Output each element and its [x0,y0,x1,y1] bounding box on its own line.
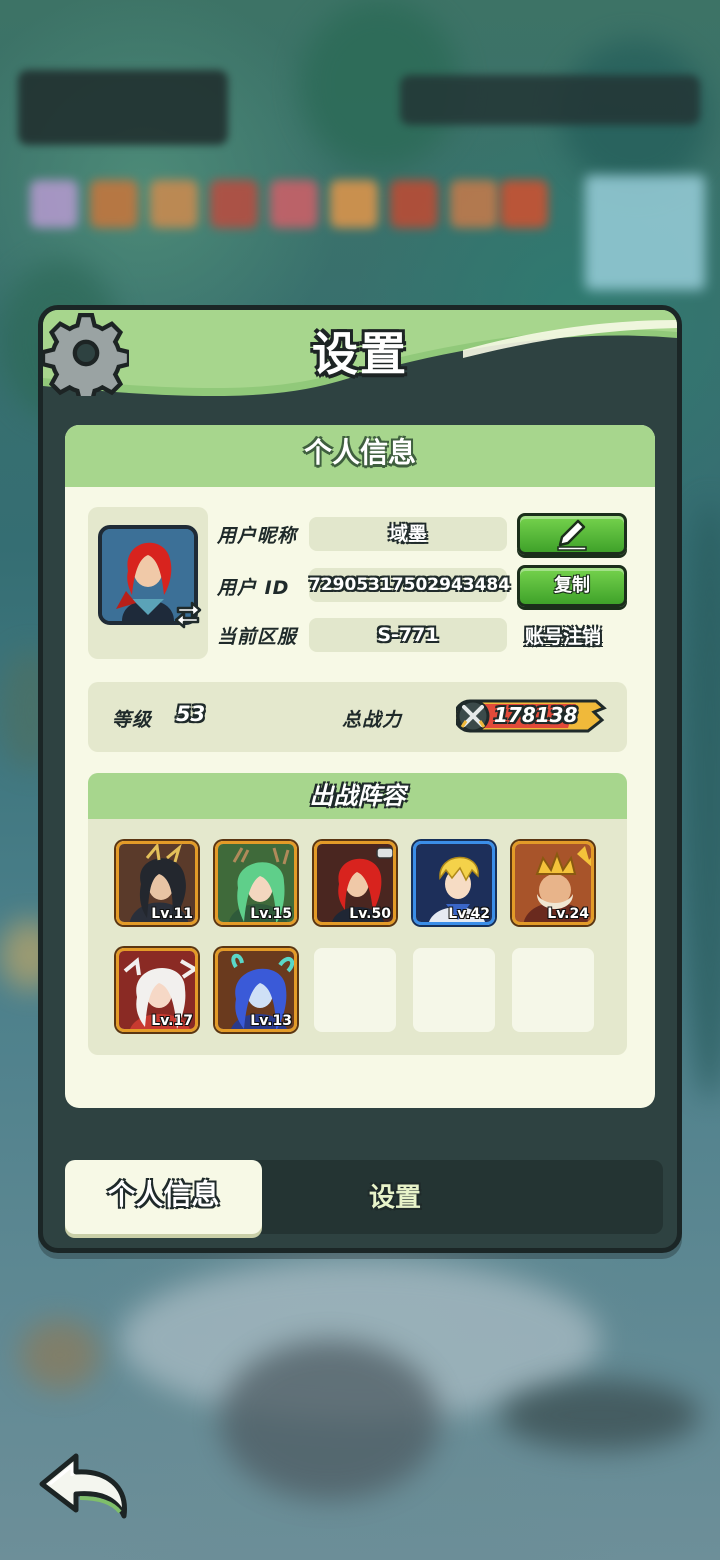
tab-bar: 个人信息 设置 [65,1160,663,1234]
stats-bar: 等级 53 总战力 178138 [88,682,627,752]
hero-slot[interactable]: Lv.24 [512,841,594,925]
uid-label: 用户 ID [217,577,290,599]
bg-minimap [585,175,705,290]
hero-level: Lv.13 [250,1013,292,1029]
tab-profile[interactable]: 个人信息 [65,1160,262,1234]
power-badge: 178138 [456,698,608,734]
power-value: 178138 [494,703,578,727]
copy-uid-button[interactable]: 复制 [517,565,627,607]
hero-slot[interactable]: Lv.15 [215,841,297,925]
panel-title: 设置 [312,327,408,381]
hero-slot[interactable]: Lv.13 [215,948,297,1032]
hero-level: Lv.42 [448,906,490,922]
avatar-frame [88,507,208,659]
server-field: S-771 [309,618,507,652]
tab-settings[interactable]: 设置 [305,1160,485,1234]
hero-level: Lv.11 [151,906,193,922]
bg-player-hud [18,70,228,145]
cancel-account-link[interactable]: 账号注销 [525,622,601,649]
hero-slot[interactable]: Lv.17 [116,948,198,1032]
nickname-field: 域墨 [309,517,507,551]
level-value: 53 [176,702,206,726]
hero-slot[interactable]: Lv.50 [314,841,396,925]
server-label: 当前区服 [217,626,298,648]
bg-resource-hud [400,75,700,125]
level-label: 等级 [112,709,153,731]
team-lineup: 出战阵容 Lv.11 Lv.15 Lv.50 Lv.42 Lv.24 Lv.17… [88,773,627,1055]
edit-nickname-button[interactable] [517,513,627,555]
hero-level: Lv.24 [547,906,589,922]
power-label: 总战力 [342,709,403,731]
bg-hero-icons [30,180,548,240]
crossed-swords-icon [456,699,490,733]
uid-field: 7290531750294348​4 [309,568,510,602]
hero-slot[interactable]: Lv.11 [116,841,198,925]
nickname-label: 用户昵称 [217,525,298,547]
swap-arrows-icon[interactable] [174,601,202,629]
empty-hero-slot[interactable] [413,948,495,1032]
empty-hero-slot[interactable] [314,948,396,1032]
empty-hero-slot[interactable] [512,948,594,1032]
back-arrow-icon[interactable] [36,1450,132,1522]
profile-card: 个人信息 用户昵称 域墨 [65,425,655,1108]
hero-level: Lv.15 [250,906,292,922]
hero-slot[interactable]: Lv.42 [413,841,495,925]
settings-panel: 设置 个人信息 用户昵 [38,305,682,1253]
panel-header: 设置 [43,310,677,398]
hero-level: Lv.17 [151,1013,193,1029]
section-title: 个人信息 [65,425,655,487]
pencil-icon [557,519,587,551]
team-title: 出战阵容 [88,773,627,819]
hero-level: Lv.50 [349,906,391,922]
